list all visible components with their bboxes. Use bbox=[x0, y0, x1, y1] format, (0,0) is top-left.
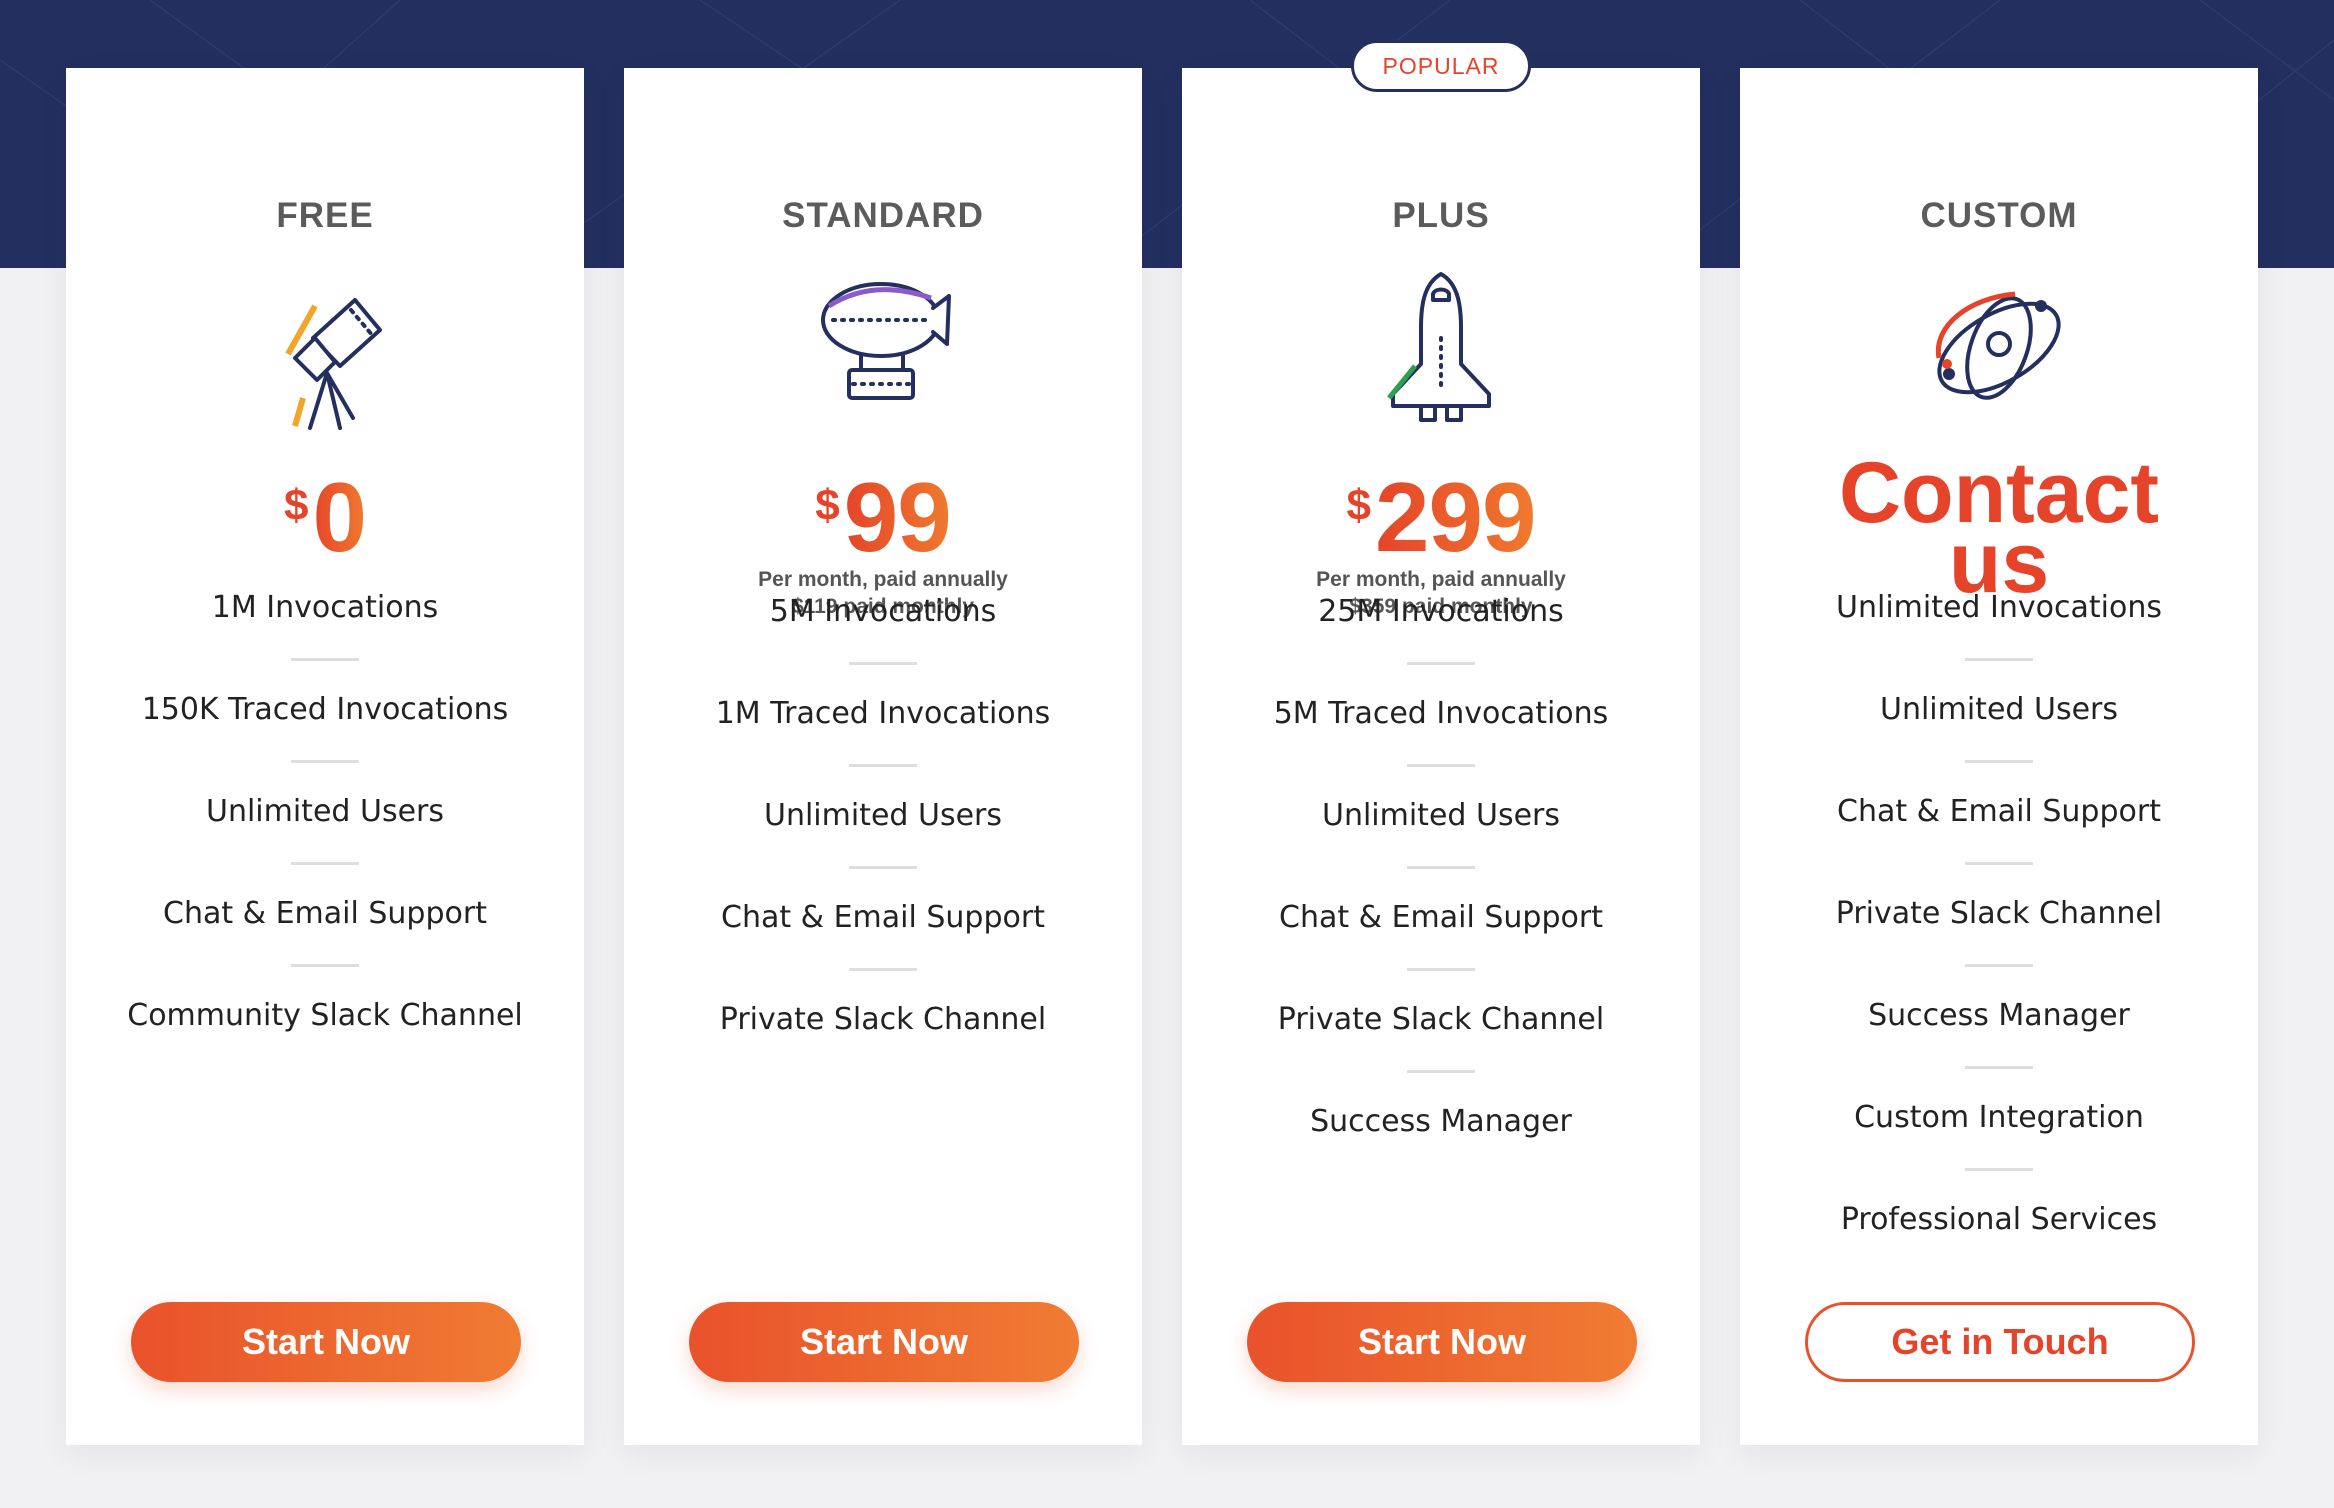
feature-item: 5M Traced Invocations bbox=[1182, 694, 1700, 796]
atom-icon bbox=[1935, 291, 2061, 400]
contact-us-heading: Contact us bbox=[1838, 445, 2160, 611]
feature-item: 1M Invocations bbox=[66, 588, 584, 690]
price: $ 99 bbox=[624, 468, 1142, 578]
divider bbox=[291, 760, 359, 763]
feature-item: 5M Invocations bbox=[624, 592, 1142, 694]
divider bbox=[1965, 862, 2033, 865]
divider bbox=[1407, 1070, 1475, 1073]
billing-note-annual: Per month, paid annually bbox=[1316, 568, 1566, 591]
plan-name: FREE bbox=[276, 196, 374, 235]
divider bbox=[291, 658, 359, 661]
divider bbox=[1965, 760, 2033, 763]
plan-name: CUSTOM bbox=[1920, 196, 2078, 235]
feature-item: 1M Traced Invocations bbox=[624, 694, 1142, 796]
currency-symbol: $ bbox=[1346, 481, 1371, 530]
price-amount: 99 bbox=[843, 462, 952, 572]
feature-item: Private Slack Channel bbox=[1740, 894, 2258, 996]
divider bbox=[1965, 658, 2033, 661]
plan-name: PLUS bbox=[1392, 196, 1490, 235]
feature-item: Unlimited Users bbox=[66, 792, 584, 894]
space-shuttle-icon bbox=[1387, 272, 1491, 422]
airship-icon bbox=[821, 282, 951, 400]
feature-item: Custom Integration bbox=[1740, 1098, 2258, 1200]
feature-item: Unlimited Users bbox=[624, 796, 1142, 898]
feature-item: Private Slack Channel bbox=[1182, 1000, 1700, 1102]
feature-list: Unlimited Invocations Unlimited Users Ch… bbox=[1740, 588, 2258, 1302]
feature-item: 150K Traced Invocations bbox=[66, 690, 584, 792]
price-amount: 0 bbox=[312, 462, 367, 572]
divider bbox=[1407, 968, 1475, 971]
feature-list: 5M Invocations 1M Traced Invocations Unl… bbox=[624, 592, 1142, 1102]
divider bbox=[849, 662, 917, 665]
divider bbox=[1965, 964, 2033, 967]
feature-list: 1M Invocations 150K Traced Invocations U… bbox=[66, 588, 584, 1098]
feature-list: 25M Invocations 5M Traced Invocations Un… bbox=[1182, 592, 1700, 1204]
start-now-button-free[interactable]: Start Now bbox=[131, 1302, 521, 1382]
feature-item: Private Slack Channel bbox=[719, 1002, 1047, 1037]
start-now-button-plus[interactable]: Start Now bbox=[1247, 1302, 1637, 1382]
feature-item: Community Slack Channel bbox=[127, 998, 523, 1033]
feature-item: Professional Services bbox=[1840, 1202, 2158, 1237]
divider bbox=[1407, 764, 1475, 767]
billing-note-annual: Per month, paid annually bbox=[758, 568, 1008, 591]
feature-item: Chat & Email Support bbox=[624, 898, 1142, 1000]
divider bbox=[291, 862, 359, 865]
divider bbox=[849, 968, 917, 971]
feature-item: Unlimited Invocations bbox=[1740, 588, 2258, 690]
pricing-card-standard: STANDARD $ 99 Per month, paid annually $… bbox=[624, 68, 1142, 1445]
feature-item: Unlimited Users bbox=[1182, 796, 1700, 898]
divider bbox=[1407, 866, 1475, 869]
pricing-card-custom: CUSTOM Contact us Unlimited Invocations … bbox=[1740, 68, 2258, 1445]
popular-badge: POPULAR bbox=[1351, 40, 1531, 92]
feature-item: Success Manager bbox=[1310, 1104, 1572, 1139]
get-in-touch-button[interactable]: Get in Touch bbox=[1805, 1302, 2195, 1382]
feature-item: Chat & Email Support bbox=[1182, 898, 1700, 1000]
feature-item: Chat & Email Support bbox=[66, 894, 584, 996]
plan-name: STANDARD bbox=[782, 196, 984, 235]
divider bbox=[849, 866, 917, 869]
divider bbox=[1965, 1066, 2033, 1069]
pricing-card-plus: PLUS $ 299 Per month, paid annually $359… bbox=[1182, 68, 1700, 1445]
feature-item: 25M Invocations bbox=[1182, 592, 1700, 694]
telescope-icon bbox=[285, 298, 382, 430]
currency-symbol: $ bbox=[815, 481, 840, 530]
currency-symbol: $ bbox=[284, 481, 309, 530]
divider bbox=[291, 964, 359, 967]
feature-item: Chat & Email Support bbox=[1740, 792, 2258, 894]
price-amount: 299 bbox=[1374, 462, 1537, 572]
divider bbox=[1965, 1168, 2033, 1171]
divider bbox=[849, 764, 917, 767]
divider bbox=[1407, 662, 1475, 665]
pricing-card-free: FREE $ 0 1M Invocations 150K Traced Invo… bbox=[66, 68, 584, 1445]
feature-item: Unlimited Users bbox=[1740, 690, 2258, 792]
price: $ 0 bbox=[66, 468, 584, 578]
feature-item: Success Manager bbox=[1740, 996, 2258, 1098]
start-now-button-standard[interactable]: Start Now bbox=[689, 1302, 1079, 1382]
price: $ 299 bbox=[1182, 468, 1700, 578]
